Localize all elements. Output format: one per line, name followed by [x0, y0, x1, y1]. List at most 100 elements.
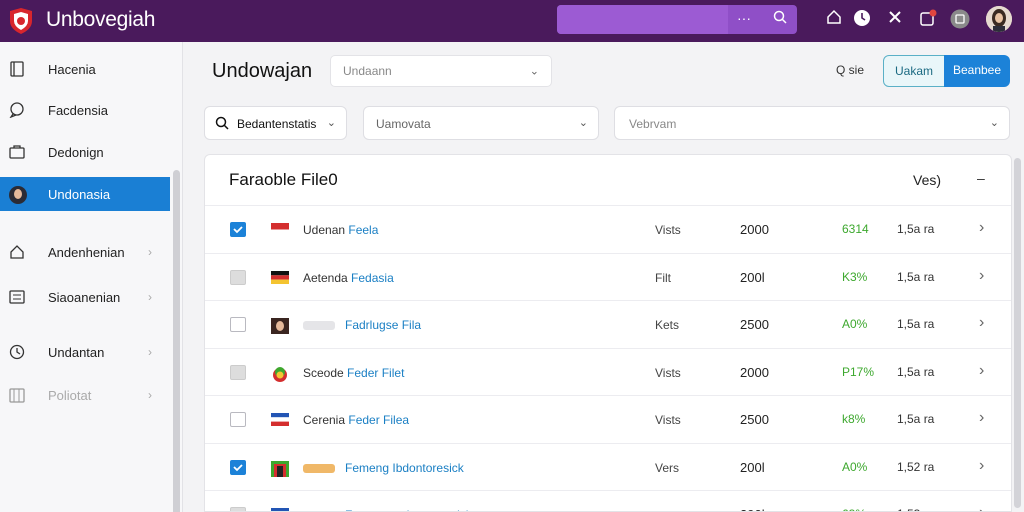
sidebar-item-hacenia[interactable]: Hacenia: [0, 52, 170, 86]
filter-dropdown-3[interactable]: Vebrvam ⌄: [614, 106, 1010, 140]
file-name-prefix: Udenan: [303, 223, 349, 237]
file-name[interactable]: Feonernen Iruneonotick: [303, 508, 472, 511]
search-input[interactable]: [557, 5, 728, 34]
home-icon: [9, 244, 25, 260]
file-name-prefix: Cerenia: [303, 413, 349, 427]
notification-icon[interactable]: [918, 9, 938, 29]
chevron-right-icon[interactable]: ›: [979, 504, 984, 511]
label-tag: [303, 463, 335, 473]
chevron-right-icon: ›: [148, 290, 152, 304]
app-logo[interactable]: [8, 7, 34, 35]
sidebar-item-facdensia[interactable]: Facdensia: [0, 93, 170, 127]
file-percent: 6314: [842, 222, 869, 236]
file-name-link[interactable]: Feonernen Iruneonotick: [345, 508, 472, 511]
avatar[interactable]: [986, 6, 1012, 32]
file-name-link[interactable]: Feela: [348, 223, 378, 237]
table-row[interactable]: Udenan Feela Vists 2000 6314 1,5a ra ›: [205, 205, 1011, 252]
file-name-link[interactable]: Feder Filea: [348, 413, 409, 427]
file-count: 2500: [740, 317, 769, 332]
home-icon[interactable]: [824, 9, 844, 29]
panel-scrollbar[interactable]: [1014, 158, 1021, 508]
outline-button[interactable]: Uakam: [883, 55, 945, 87]
file-name[interactable]: Udenan Feela: [303, 223, 378, 237]
table-icon: [9, 289, 25, 305]
file-percent: A0%: [842, 317, 868, 331]
row-checkbox[interactable]: [230, 412, 246, 427]
file-type: Filt: [655, 270, 671, 285]
file-percent: K3%: [842, 269, 868, 284]
file-name-link[interactable]: Fadrlugse Fila: [345, 318, 421, 332]
file-name[interactable]: Cerenia Feder Filea: [303, 413, 409, 427]
chevron-right-icon[interactable]: ›: [979, 267, 984, 285]
clock-icon: [9, 344, 25, 360]
file-name[interactable]: Sceode Feder Filet: [303, 366, 404, 380]
file-size: 1,5a ra: [897, 317, 935, 331]
filter-dropdown-2[interactable]: Uamovata ⌄: [363, 106, 599, 140]
chevron-down-icon: ⌄: [578, 117, 588, 129]
filter-search[interactable]: Bedantenstatis ⌄: [204, 106, 347, 140]
primary-button[interactable]: Beanbee: [944, 55, 1010, 87]
file-type: Vers: [655, 460, 680, 475]
file-count: 200l: [740, 269, 765, 285]
table-row[interactable]: Femeng Ibdontoresick Vers 200l A0% 1,52 ra ›: [205, 442, 1011, 490]
file-count: 2000: [740, 364, 769, 380]
row-checkbox[interactable]: [230, 269, 246, 285]
chevron-right-icon[interactable]: ›: [979, 219, 984, 237]
chevron-right-icon: ›: [148, 345, 152, 359]
sidebar-scrollbar[interactable]: [173, 170, 180, 512]
panel-header-label[interactable]: Ves): [913, 172, 941, 188]
document-icon: [9, 61, 25, 77]
search-icon[interactable]: [773, 10, 787, 29]
chevron-right-icon[interactable]: ›: [979, 314, 984, 332]
file-name[interactable]: Femeng Ibdontoresick: [303, 461, 464, 475]
clock-icon[interactable]: [852, 9, 872, 29]
table-row[interactable]: Sceode Feder Filet Vists 2000 P17% 1,5a ra ›: [205, 347, 1011, 395]
file-percent: A0%: [842, 459, 868, 474]
sidebar-item-andenhenian[interactable]: Andenhenian ›: [0, 235, 170, 269]
header-dropdown[interactable]: Undaann ⌄: [330, 55, 552, 87]
file-size: 1,5a ra: [897, 269, 935, 284]
file-name[interactable]: Fadrlugse Fila: [303, 318, 421, 332]
sidebar-item-poliotat[interactable]: Poliotat ›: [0, 378, 170, 412]
file-count: 200l: [740, 459, 765, 475]
sidebar-item-dedonign[interactable]: Dedonign: [0, 135, 170, 169]
chevron-right-icon[interactable]: ›: [979, 409, 984, 427]
row-checkbox[interactable]: [230, 317, 246, 332]
flag-icon: [271, 366, 289, 382]
table-row[interactable]: Aetenda Fedasia Filt 200l K3% 1,5a ra ›: [205, 252, 1011, 300]
file-name[interactable]: Aetenda Fedasia: [303, 271, 394, 285]
collapse-icon[interactable]: –: [977, 170, 985, 186]
file-percent: P17%: [842, 364, 875, 379]
table-row[interactable]: Feonernen Iruneonotick 290l 63% 1,53 ra ›: [205, 490, 1011, 511]
file-name-prefix: Sceode: [303, 365, 348, 380]
flag-icon: [271, 460, 289, 477]
file-type: Vists: [655, 223, 681, 237]
archive-icon[interactable]: [950, 9, 970, 29]
tools-icon[interactable]: [885, 9, 905, 29]
sidebar-item-label: Undonasia: [48, 186, 111, 202]
sidebar-item-label: Poliotat: [48, 387, 92, 403]
sidebar-item-undonasia[interactable]: Undonasia: [0, 177, 170, 211]
search-options[interactable]: ···: [737, 10, 751, 26]
chevron-right-icon[interactable]: ›: [979, 457, 984, 475]
row-checkbox[interactable]: [230, 222, 246, 237]
row-checkbox[interactable]: [230, 364, 246, 380]
filter-dropdown-3-value: Vebrvam: [629, 117, 677, 131]
row-checkbox[interactable]: [230, 507, 246, 511]
table-row[interactable]: Fadrlugse Fila Kets 2500 A0% 1,5a ra ›: [205, 300, 1011, 347]
row-checkbox[interactable]: [230, 459, 246, 475]
file-name-link[interactable]: Femeng Ibdontoresick: [345, 461, 464, 475]
table-row[interactable]: Cerenia Feder Filea Vists 2500 k8% 1,5a ra ›: [205, 395, 1011, 442]
file-count: 290l: [740, 507, 765, 511]
file-name-link[interactable]: Fedasia: [351, 271, 394, 285]
file-size: 1,52 ra: [897, 459, 935, 474]
global-search[interactable]: ···: [557, 5, 797, 34]
chevron-down-icon: ⌄: [326, 117, 336, 129]
sidebar-item-siaoanenian[interactable]: Siaoanenian ›: [0, 280, 170, 314]
file-name-link[interactable]: Feder Filet: [347, 366, 404, 380]
file-name-prefix: Aetenda: [303, 270, 352, 285]
sidebar-item-undantan[interactable]: Undantan ›: [0, 335, 170, 369]
toolbar-search[interactable]: Q sie: [836, 63, 864, 77]
chevron-right-icon[interactable]: ›: [979, 362, 984, 380]
chat-icon: [9, 102, 25, 119]
